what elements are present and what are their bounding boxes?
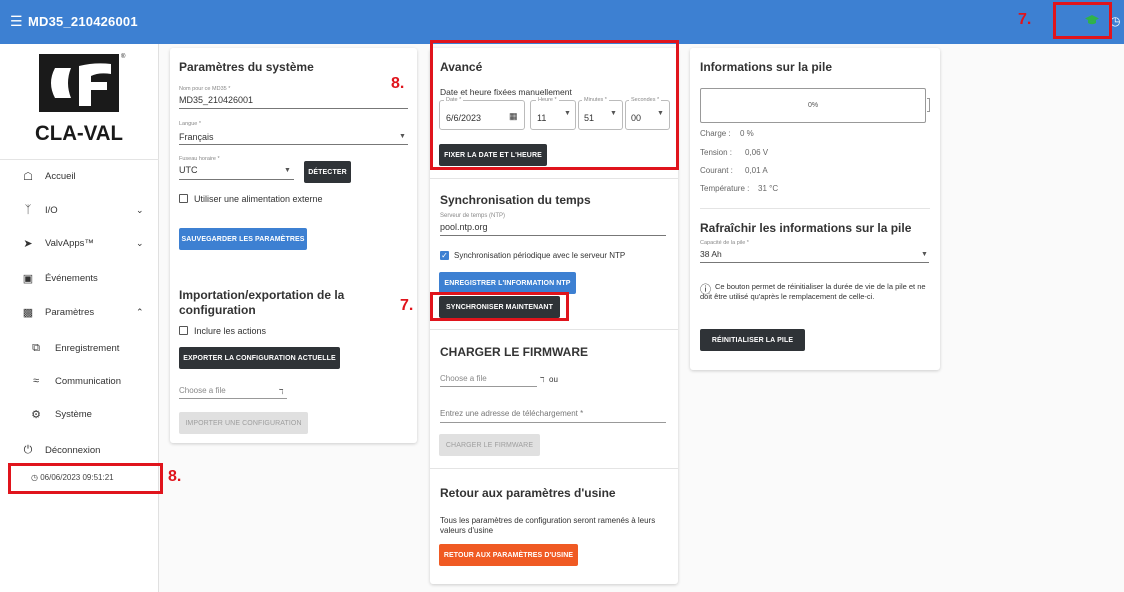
gear-icon: ⚙ — [31, 408, 41, 421]
import-config-button[interactable]: IMPORTER UNE CONFIGURATION — [179, 412, 308, 434]
app-title: MD35_210426001 — [28, 14, 138, 29]
home-icon: ☖ — [23, 170, 33, 183]
chevron-down-icon: ⌄ — [136, 204, 144, 215]
include-actions-checkbox[interactable] — [179, 326, 188, 335]
chevron-down-icon: ⌄ — [136, 237, 144, 248]
io-icon: ᛉ — [24, 204, 32, 216]
annotation-box — [1053, 2, 1112, 39]
battery-title: Informations sur la pile — [700, 60, 833, 74]
svg-text:®: ® — [121, 53, 126, 60]
factory-reset-button[interactable]: RETOUR AUX PARAMÈTRES D'USINE — [439, 544, 578, 566]
settings-box-icon: ▩ — [22, 306, 34, 319]
annotation-number: 7. — [400, 297, 414, 314]
brand-name: CLA-VAL — [35, 122, 123, 145]
sidebar-item-enregistrement[interactable]: ⧉ Enregistrement — [0, 332, 159, 364]
battery-gauge: 0% — [700, 88, 926, 123]
import-export-title: Importation/exportation de la — [179, 288, 345, 302]
annotation-box — [8, 463, 163, 494]
dropdown-arrow-icon: ▼ — [284, 167, 291, 174]
battery-card: Informations sur la pile 0% Charge : 0 %… — [690, 48, 940, 370]
battery-capacity-select[interactable]: 38 Ah — [700, 249, 722, 259]
firmware-title: CHARGER LE FIRMWARE — [440, 345, 588, 359]
sidebar-item-communication[interactable]: ≈ Communication — [0, 365, 159, 397]
timezone-select[interactable]: UTC — [179, 165, 198, 175]
refresh-battery-title: Rafraîchir les informations sur la pile — [700, 221, 912, 235]
firmware-file-input[interactable]: Choose a file — [440, 374, 487, 383]
factory-reset-title: Retour aux paramètres d'usine — [440, 486, 616, 500]
annotation-box — [430, 292, 569, 321]
valvapps-icon: ➤ — [23, 237, 33, 250]
battery-info-text: Ce bouton permet de réinitialiser la dur… — [700, 282, 926, 301]
annotation-number: 7. — [1018, 11, 1032, 28]
file-icon: ℸ — [540, 377, 545, 384]
sidebar: ® CLA-VAL ☖ Accueil ᛉ I/O ⌄ ➤ ValvApps™ … — [0, 44, 159, 592]
language-select[interactable]: Français — [179, 132, 214, 142]
annotation-box — [430, 40, 679, 170]
time-sync-title: Synchronisation du temps — [440, 193, 591, 207]
system-settings-card: Paramètres du système Nom pour ce MD35 *… — [170, 48, 417, 443]
sidebar-item-valvapps[interactable]: ➤ ValvApps™ ⌄ — [0, 227, 159, 259]
external-power-checkbox[interactable] — [179, 194, 188, 203]
card-title: Paramètres du système — [179, 60, 314, 74]
ntp-server-input[interactable]: pool.ntp.org — [440, 222, 488, 232]
sidebar-item-systeme[interactable]: ⚙ Système — [0, 398, 159, 430]
power-icon: ⏻ — [23, 443, 33, 456]
md35-name-input[interactable]: MD35_210426001 — [179, 95, 253, 105]
reset-battery-button[interactable]: RÉINITIALISER LA PILE — [700, 329, 805, 351]
file-icon: ℸ — [279, 389, 284, 396]
save-settings-button[interactable]: SAUVEGARDER LES PARAMÈTRES — [179, 228, 307, 250]
export-config-button[interactable]: EXPORTER LA CONFIGURATION ACTUELLE — [179, 347, 340, 369]
top-bar: ☰ MD35_210426001 ◷ — [0, 0, 1124, 44]
dropdown-arrow-icon: ▼ — [399, 133, 406, 140]
calendar-icon: ▣ — [22, 272, 34, 285]
cla-val-logo: ® CLA-VAL — [35, 53, 126, 145]
choose-file-input[interactable]: Choose a file — [179, 386, 226, 395]
sidebar-item-deconnexion[interactable]: ⏻ Déconnexion — [0, 434, 159, 466]
sidebar-item-evenements[interactable]: ▣ Événements — [0, 262, 159, 294]
load-firmware-button[interactable]: CHARGER LE FIRMWARE — [439, 434, 540, 456]
wifi-icon: ≈ — [32, 375, 40, 387]
sidebar-item-io[interactable]: ᛉ I/O ⌄ — [0, 194, 159, 226]
chevron-up-icon: ⌃ — [136, 306, 144, 317]
dropdown-arrow-icon: ▼ — [921, 251, 928, 258]
annotation-number: 8. — [391, 75, 405, 92]
detect-button[interactable]: DÉTECTER — [304, 161, 351, 183]
firmware-url-input[interactable]: Entrez une adresse de téléchargement * — [440, 409, 583, 418]
annotation-number: 8. — [168, 468, 182, 485]
periodic-sync-checkbox[interactable]: ✓ — [440, 251, 449, 260]
sidebar-item-accueil[interactable]: ☖ Accueil — [0, 160, 159, 192]
battery-terminal — [927, 98, 930, 112]
copy-icon: ⧉ — [32, 341, 40, 354]
save-ntp-button[interactable]: ENREGISTRER L'INFORMATION NTP — [439, 272, 576, 294]
sidebar-item-parametres[interactable]: ▩ Paramètres ⌃ — [0, 296, 159, 328]
hamburger-icon[interactable]: ☰ — [10, 13, 23, 30]
battery-percent: 0% — [807, 102, 819, 109]
